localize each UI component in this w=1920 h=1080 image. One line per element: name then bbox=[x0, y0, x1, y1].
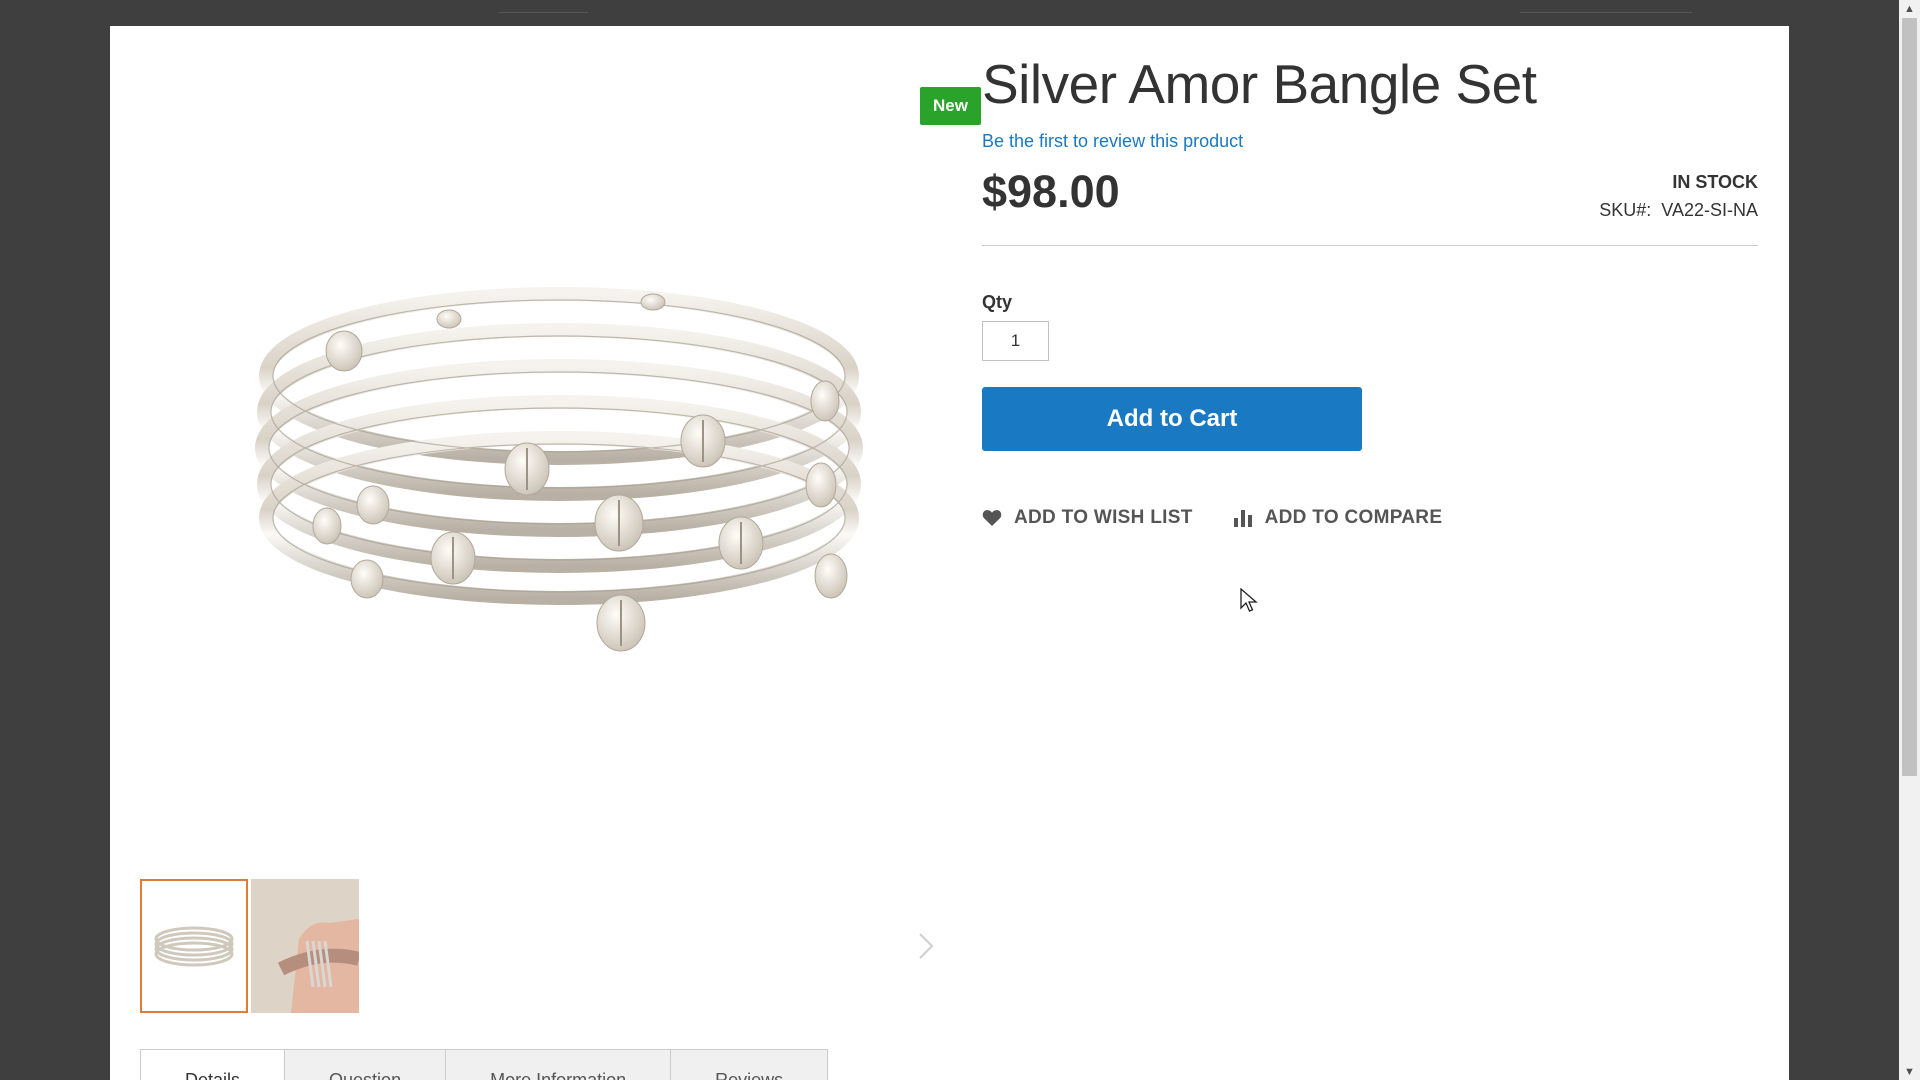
thumbnail-1[interactable] bbox=[140, 879, 248, 1013]
sku-label: SKU#: bbox=[1599, 199, 1652, 220]
compare-label: ADD TO COMPARE bbox=[1264, 506, 1443, 528]
price-stock-row: $98.00 IN STOCK SKU#: VA22-SI-NA bbox=[982, 166, 1758, 246]
top-nav-fragment bbox=[498, 0, 588, 13]
add-to-wishlist-link[interactable]: ADD TO WISH LIST bbox=[982, 507, 1193, 529]
product-main-image[interactable] bbox=[141, 56, 961, 866]
new-badge: New bbox=[920, 87, 981, 125]
thumbnail-2[interactable] bbox=[251, 879, 359, 1013]
page-scrollbar[interactable]: ▲ ▼ bbox=[1899, 0, 1920, 1080]
product-tabs: Details Question More Information Review… bbox=[140, 1049, 829, 1080]
product-gallery: New bbox=[141, 56, 981, 886]
product-price: $98.00 bbox=[982, 165, 1120, 217]
review-link[interactable]: Be the first to review this product bbox=[982, 131, 1758, 152]
add-to-cart-button[interactable]: Add to Cart bbox=[982, 386, 1362, 451]
tab-details[interactable]: Details bbox=[140, 1049, 285, 1080]
add-to-compare-link[interactable]: ADD TO COMPARE bbox=[1233, 507, 1443, 529]
stock-status: IN STOCK bbox=[1672, 171, 1758, 192]
thumbnail-strip bbox=[140, 879, 359, 1013]
qty-label: Qty bbox=[982, 291, 1013, 312]
wishlist-label: ADD TO WISH LIST bbox=[1014, 506, 1193, 528]
product-page: New Details Question More Information Re… bbox=[110, 26, 1789, 1080]
sku-value: VA22-SI-NA bbox=[1661, 199, 1758, 220]
product-info: Silver Amor Bangle Set Be the first to r… bbox=[982, 54, 1758, 529]
tab-more-information[interactable]: More Information bbox=[445, 1049, 671, 1080]
scroll-up-icon[interactable]: ▲ bbox=[1899, 0, 1920, 17]
mouse-cursor-icon bbox=[1240, 587, 1258, 619]
chevron-right-icon[interactable] bbox=[918, 932, 934, 968]
top-nav-fragment bbox=[1520, 0, 1692, 13]
sku: SKU#: VA22-SI-NA bbox=[1599, 200, 1758, 221]
scrollbar-thumb[interactable] bbox=[1902, 18, 1917, 776]
scroll-down-icon[interactable]: ▼ bbox=[1899, 1063, 1920, 1080]
bar-chart-icon bbox=[1233, 509, 1253, 527]
tab-reviews[interactable]: Reviews bbox=[670, 1049, 829, 1080]
product-title: Silver Amor Bangle Set bbox=[982, 53, 1537, 115]
tab-question[interactable]: Question bbox=[284, 1049, 446, 1080]
qty-input[interactable] bbox=[982, 320, 1049, 361]
heart-icon bbox=[982, 509, 1002, 527]
product-actions: ADD TO WISH LIST ADD TO COMPARE bbox=[982, 507, 1758, 529]
